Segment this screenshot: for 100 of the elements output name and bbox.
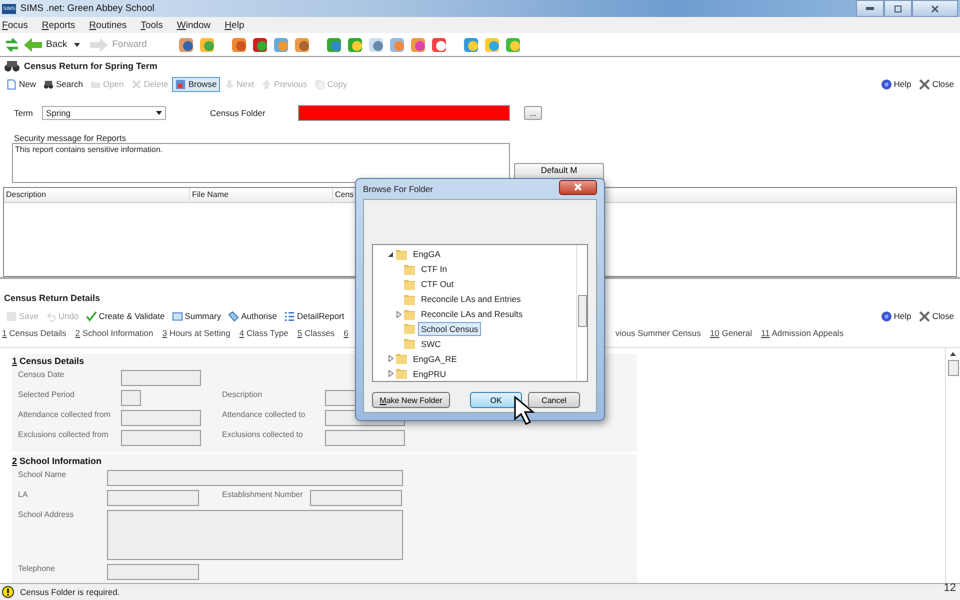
input-field[interactable] [310,490,402,506]
list-icon [284,310,295,322]
input-field[interactable] [121,390,141,406]
text-area[interactable] [107,510,403,560]
section-tab[interactable]: 5 Classes [297,328,335,338]
collapsed-arrow-icon[interactable] [387,355,394,362]
folder-item[interactable]: Reconcile LAs and Results [418,307,526,321]
dialog-button[interactable]: Make New Folder [372,392,450,408]
toolbar-button[interactable]: Search [40,76,86,92]
menu-item[interactable]: Window [176,20,211,30]
column-header[interactable]: Description [4,188,190,202]
folder-icon [396,248,408,260]
undo-icon [45,310,56,322]
scrollbar-thumb[interactable] [578,295,586,327]
section-tab[interactable]: 11 Admission Appeals [761,328,844,338]
field-label: Security message for Reports [14,133,126,143]
close-icon [919,78,930,90]
folder-item[interactable]: Reconcile LAs and Entries [418,292,524,306]
menu-item[interactable]: Reports [42,20,76,30]
toolbar-button[interactable]: Browse [172,76,220,92]
section-tab[interactable]: 10 General [710,328,752,338]
folder-icon [404,338,416,350]
section-tab[interactable]: vious Summer Census [615,328,701,338]
section-tab[interactable]: 1 Census Details [2,328,66,338]
menu-item[interactable]: Focus [2,20,28,30]
check-icon [86,310,97,322]
binoculars-icon [4,60,20,72]
folder-icon [396,353,408,364]
section-heading: 2 School Information [12,456,102,466]
browse-folder-button[interactable]: ... [524,106,542,120]
status-message: Census Folder is required. [20,587,120,597]
folder-item[interactable]: CTF Out [418,277,457,292]
restore-icon [894,4,902,12]
close-button[interactable]: Close [916,76,957,92]
folder-item[interactable]: School Census [418,322,482,336]
input-field[interactable] [121,370,201,386]
help-button[interactable]: Help [878,308,914,324]
folder-item[interactable]: EngGA_RE [410,352,460,366]
field-label: School Address [18,510,75,519]
section-tab[interactable]: 3 Hours at Setting [162,328,230,338]
menu-item[interactable]: Routines [89,20,127,30]
input-field[interactable] [107,470,403,486]
close-icon [574,183,582,191]
close-button[interactable] [559,180,597,194]
back-button[interactable]: Back [23,36,68,52]
cross-icon [130,78,142,90]
column-header[interactable]: File Name [190,188,333,202]
window-icon [175,78,186,90]
folder-field[interactable] [298,105,510,121]
expanded-arrow-icon[interactable] [387,250,394,258]
folder-item[interactable]: SWC [418,336,444,351]
down-arrow-icon [224,78,235,90]
input-field[interactable] [121,410,201,426]
input-field[interactable] [107,490,199,506]
section-tab[interactable]: 4 Class Type [239,328,288,338]
input-field[interactable] [325,430,405,446]
close-button[interactable]: Close [916,308,957,324]
field-label: Attendance collected from [18,410,112,419]
dialog-button[interactable]: Cancel [528,392,580,408]
toolbar-button[interactable]: DetailReport [281,308,348,324]
minimize-button[interactable] [856,0,884,17]
folder-tree[interactable]: EngGA CTF In CTF Out Reconcile LAs and Entries Reconcile LAs and Results School Census SWC EngGA_RE EngPRU [372,244,588,382]
field-label: Establishment Number [222,490,304,499]
refresh-arrows-icon[interactable] [4,36,20,52]
term-dropdown[interactable]: Spring [42,106,166,120]
restore-button[interactable] [884,0,912,17]
menu-item[interactable]: Help [224,20,244,30]
toolbar-button[interactable]: Summary [168,308,224,324]
input-field[interactable] [121,430,201,446]
table-icon [172,310,183,322]
folder-icon [404,323,416,334]
up-arrow-icon [261,78,272,90]
folder-item[interactable]: CTF In [418,262,450,276]
collapsed-arrow-icon[interactable] [395,310,402,318]
dropdown-caret-icon[interactable] [74,42,80,46]
scroll-up-arrow-icon[interactable] [950,352,956,356]
help-button[interactable]: Help [878,76,914,92]
toolbar-button[interactable]: New [3,76,40,92]
forward-arrow-icon [89,36,110,52]
field-label: LA [18,490,29,499]
toolbar-button[interactable]: Authorise [225,308,280,324]
field-label: Attendance collected to [222,410,306,419]
dialog-button[interactable]: OK [470,392,522,408]
input-field[interactable] [107,564,199,580]
section-tab[interactable]: 2 School Information [75,328,154,338]
dropdown-caret-icon [156,111,162,115]
scrollbar-thumb[interactable] [948,360,958,376]
scrollbar[interactable] [576,245,587,381]
close-window-button[interactable] [912,0,958,17]
toolbar-button[interactable]: Create & Validate [82,308,168,324]
field-label: Description [222,390,264,399]
menu-item[interactable]: Tools [140,20,163,30]
folder-item[interactable]: EngGA [410,247,444,262]
page-number: 12 [944,582,956,594]
collapsed-arrow-icon[interactable] [387,370,394,378]
binoculars-icon [43,78,54,90]
section-tab[interactable]: 6 [344,328,348,338]
folder-item[interactable]: EngPRU [410,366,450,381]
field-label: Term [14,108,34,118]
scrollbar[interactable] [945,348,960,583]
